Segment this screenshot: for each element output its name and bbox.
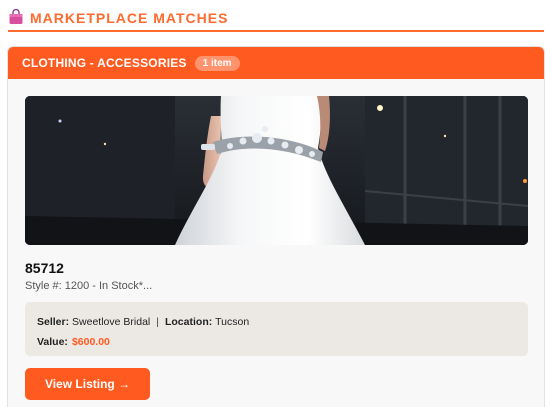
category-label: CLOTHING - ACCESSORIES <box>22 56 187 70</box>
section-title: MARKETPLACE MATCHES <box>30 10 229 26</box>
seller-location-row: Seller: Sweetlove Bridal | Location: Tuc… <box>37 312 516 332</box>
listing-info: Seller: Sweetlove Bridal | Location: Tuc… <box>25 302 528 356</box>
category-header: CLOTHING - ACCESSORIES 1 item <box>8 47 544 79</box>
section-header: MARKETPLACE MATCHES <box>8 6 544 32</box>
shopping-bag-icon <box>9 9 23 24</box>
separator: | <box>156 316 159 328</box>
location-value: Tucson <box>215 316 250 328</box>
listing-id: 85712 <box>25 260 64 276</box>
value-label: Value: <box>37 336 68 348</box>
item-count-badge: 1 item <box>194 55 240 71</box>
listing-description: Style #: 1200 - In Stock*... <box>25 280 153 292</box>
location-label: Location: <box>164 316 213 328</box>
listing-photo[interactable] <box>25 96 528 245</box>
seller-label: Seller: <box>37 316 70 328</box>
listing-card: CLOTHING - ACCESSORIES 1 item 85712 Styl… <box>7 46 545 407</box>
view-listing-button[interactable]: View Listing → <box>25 368 150 400</box>
value-amount: $600.00 <box>71 336 110 348</box>
wedding-dress-photo <box>25 96 528 245</box>
seller-name: Sweetlove Bridal <box>72 316 151 328</box>
value-row: Value: $600.00 <box>37 332 516 352</box>
